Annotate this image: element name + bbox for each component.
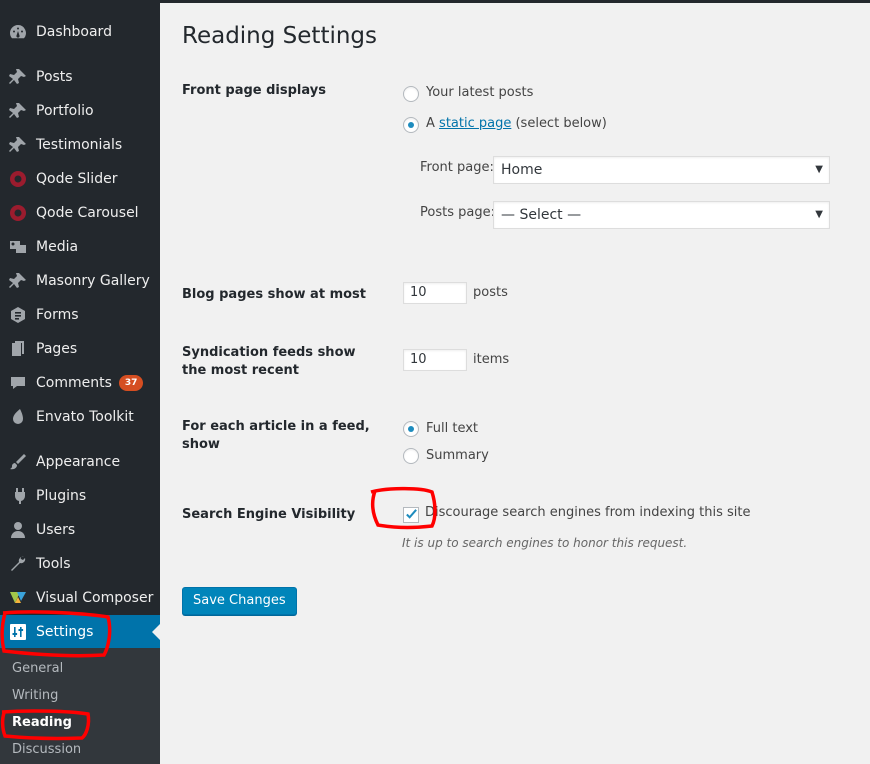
full-text-label: Full text (426, 421, 479, 436)
summary-label: Summary (426, 448, 489, 463)
static-page-suffix: (select below) (515, 116, 607, 131)
syndication-label: Syndication feeds show the most recent (182, 345, 356, 378)
sidebar-item-testimonials[interactable]: Testimonials (0, 128, 160, 162)
sidebar-item-users[interactable]: Users (0, 513, 160, 547)
user-icon (0, 520, 36, 540)
full-text-radio[interactable] (403, 421, 419, 437)
sidebar-item-label: Settings (36, 624, 94, 640)
sidebar-item-label: Testimonials (36, 137, 123, 153)
pin-icon (0, 67, 36, 87)
settings-submenu: General Writing Reading Discussion (0, 648, 160, 764)
static-page-option: A static page (select below) (426, 116, 607, 131)
circle-icon (0, 169, 36, 189)
sidebar-item-dashboard[interactable]: Dashboard (0, 15, 160, 49)
sidebar-item-label: Appearance (36, 454, 121, 470)
chevron-down-icon: ▼ (815, 209, 823, 220)
sidebar-item-label: Pages (36, 341, 78, 357)
current-menu-arrow (152, 624, 160, 640)
sidebar-item-posts[interactable]: Posts (0, 60, 160, 94)
posts-unit-label: posts (473, 285, 508, 300)
leaf-icon (0, 407, 36, 427)
summary-radio[interactable] (403, 448, 419, 464)
checkmark-icon (406, 509, 417, 519)
media-icon (0, 237, 36, 257)
chevron-down-icon: ▼ (815, 164, 823, 175)
sidebar-item-portfolio[interactable]: Portfolio (0, 94, 160, 128)
blog-pages-label: Blog pages show at most (182, 287, 366, 302)
posts-per-page-input[interactable]: 10 (403, 282, 467, 304)
sidebar-item-visual-composer[interactable]: Visual Composer (0, 581, 160, 615)
pin-icon (0, 271, 36, 291)
sidebar-item-appearance[interactable]: Appearance (0, 445, 160, 479)
sidebar-item-comments[interactable]: Comments 37 (0, 366, 160, 400)
settings-icon (0, 622, 36, 642)
sidebar-item-envato-toolkit[interactable]: Envato Toolkit (0, 400, 160, 434)
latest-posts-radio[interactable] (403, 86, 419, 102)
admin-sidebar: Dashboard Posts Portfolio Testimonials Q… (0, 0, 160, 764)
latest-posts-label: Your latest posts (426, 85, 534, 100)
pin-icon (0, 101, 36, 121)
discourage-search-checkbox[interactable] (403, 507, 419, 523)
sidebar-item-label: Comments (36, 375, 112, 391)
front-page-displays-label: Front page displays (182, 83, 326, 98)
plugin-icon (0, 486, 36, 506)
sidebar-item-label: Visual Composer (36, 590, 154, 606)
submenu-item-writing[interactable]: Writing (12, 688, 58, 703)
wrench-icon (0, 554, 36, 574)
posts-page-select-value: — Select — (501, 207, 582, 223)
sidebar-item-label: Media (36, 239, 79, 255)
posts-page-select[interactable]: — Select — ▼ (493, 201, 830, 229)
static-page-link[interactable]: static page (439, 116, 511, 131)
sidebar-item-label: Plugins (36, 488, 87, 504)
sidebar-item-qode-carousel[interactable]: Qode Carousel (0, 196, 160, 230)
pages-icon (0, 339, 36, 359)
forms-icon (0, 305, 36, 325)
brush-icon (0, 452, 36, 472)
sidebar-item-label: Forms (36, 307, 79, 323)
sidebar-item-qode-slider[interactable]: Qode Slider (0, 162, 160, 196)
sidebar-item-label: Qode Slider (36, 171, 118, 187)
sidebar-item-forms[interactable]: Forms (0, 298, 160, 332)
sidebar-item-label: Dashboard (36, 24, 112, 40)
save-changes-button[interactable]: Save Changes (182, 587, 297, 615)
sidebar-item-pages[interactable]: Pages (0, 332, 160, 366)
sidebar-item-masonry-gallery[interactable]: Masonry Gallery (0, 264, 160, 298)
feed-article-label: For each article in a feed, show (182, 419, 370, 452)
sidebar-item-plugins[interactable]: Plugins (0, 479, 160, 513)
sidebar-item-tools[interactable]: Tools (0, 547, 160, 581)
page-title: Reading Settings (182, 23, 378, 49)
submenu-item-discussion[interactable]: Discussion (12, 742, 81, 757)
feed-items-input[interactable]: 10 (403, 349, 467, 371)
submenu-item-reading[interactable]: Reading (12, 715, 72, 730)
vc-icon (0, 588, 36, 608)
sidebar-item-media[interactable]: Media (0, 230, 160, 264)
circle-icon (0, 203, 36, 223)
front-page-select-value: Home (501, 162, 543, 178)
static-page-radio[interactable] (403, 117, 419, 133)
comments-count-badge: 37 (118, 375, 144, 391)
items-unit-label: items (473, 352, 510, 367)
comment-icon (0, 373, 36, 393)
sidebar-item-settings[interactable]: Settings (0, 615, 160, 649)
sidebar-item-label: Masonry Gallery (36, 273, 150, 289)
search-visibility-description: It is up to search engines to honor this… (402, 536, 688, 550)
pin-icon (0, 135, 36, 155)
discourage-search-label: Discourage search engines from indexing … (425, 505, 751, 520)
sidebar-item-label: Portfolio (36, 103, 94, 119)
submenu-item-general[interactable]: General (12, 661, 63, 676)
static-page-prefix: A (426, 116, 435, 131)
dashboard-icon (0, 22, 36, 42)
sidebar-item-label: Users (36, 522, 76, 538)
sidebar-item-label: Tools (36, 556, 71, 572)
sidebar-item-label: Posts (36, 69, 73, 85)
sidebar-item-label: Qode Carousel (36, 205, 139, 221)
sidebar-item-label: Envato Toolkit (36, 409, 134, 425)
search-visibility-label: Search Engine Visibility (182, 507, 356, 522)
posts-page-select-label: Posts page: (420, 205, 495, 220)
front-page-select-label: Front page: (420, 160, 494, 175)
main-content: Reading Settings Front page displays You… (160, 3, 870, 764)
front-page-select[interactable]: Home ▼ (493, 156, 830, 184)
